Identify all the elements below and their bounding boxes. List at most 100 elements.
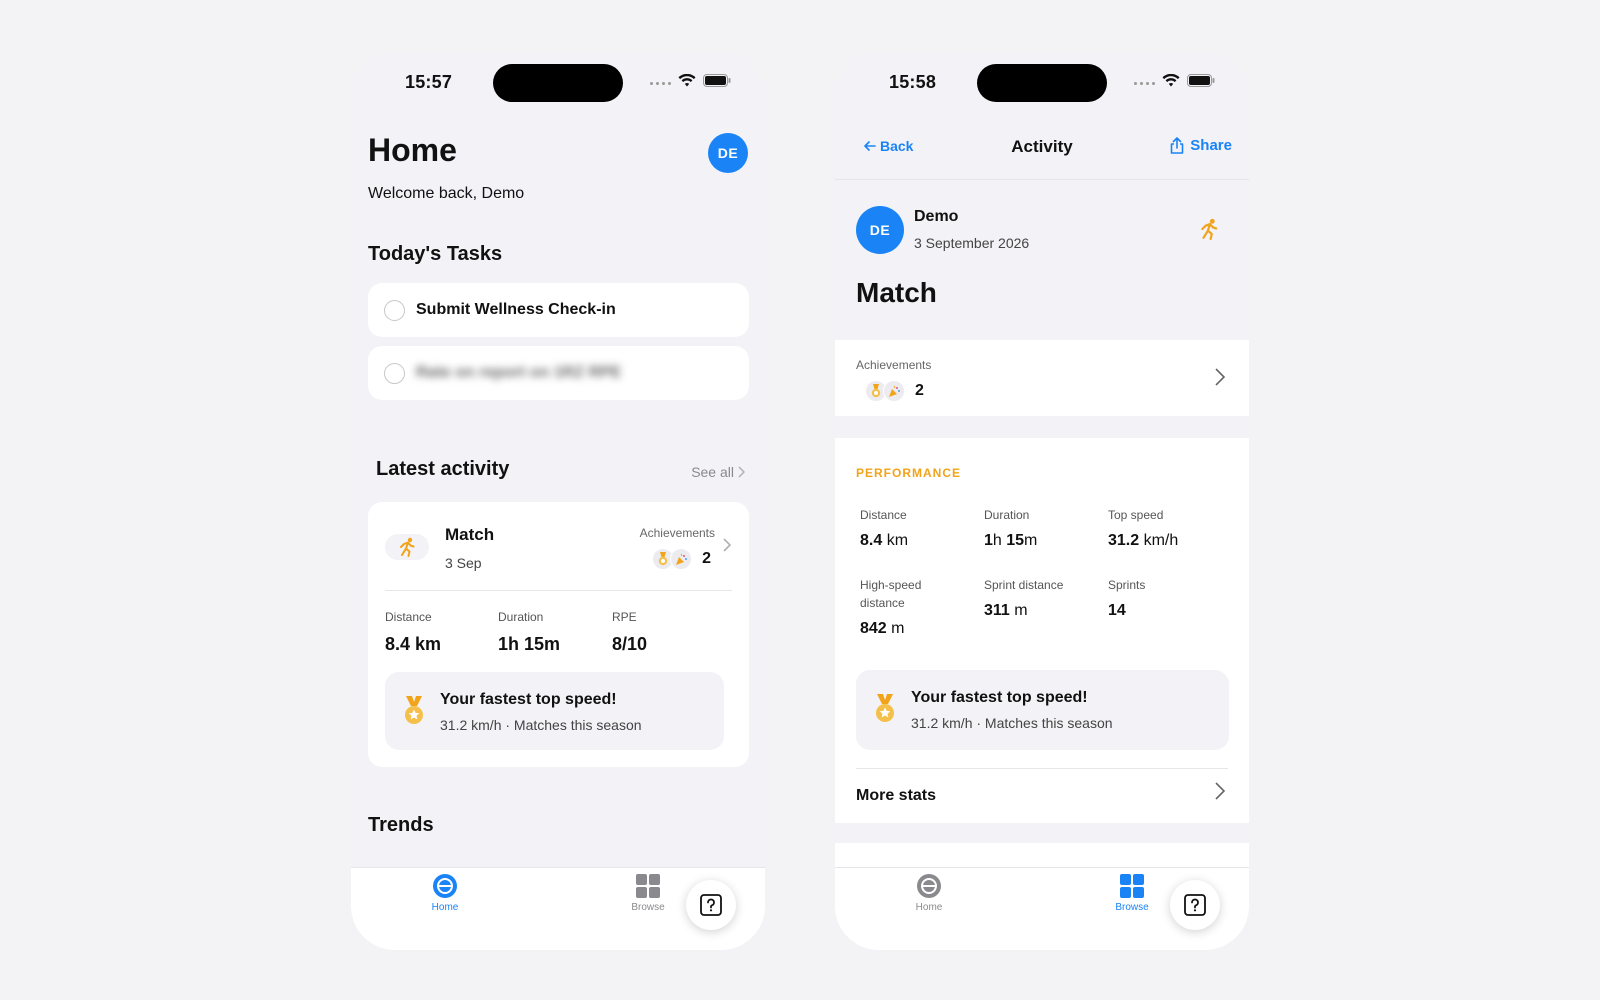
task-label: Rate on report on 1RZ RPE bbox=[416, 364, 622, 381]
achievements-badges: 2 bbox=[865, 380, 924, 402]
share-label: Share bbox=[1190, 137, 1232, 154]
task-label: Submit Wellness Check-in bbox=[416, 301, 616, 318]
tab-label: Browse bbox=[1115, 902, 1149, 913]
tab-bar: Home Browse bbox=[351, 867, 765, 950]
home-screen: 15:57 Home DE Welcome back, Demo Today's… bbox=[351, 52, 765, 950]
party-icon bbox=[670, 548, 693, 570]
medal-icon bbox=[876, 694, 894, 722]
tasks-heading: Today's Tasks bbox=[368, 243, 503, 265]
stat-value: 1h 15m bbox=[984, 532, 1038, 549]
stat-sprint-distance: Sprint distance 311 m bbox=[984, 576, 1094, 620]
stat-label: Top speed bbox=[1108, 508, 1164, 522]
see-all-link[interactable]: See all bbox=[691, 464, 745, 480]
stat-value: 14 bbox=[1108, 602, 1126, 619]
status-time: 15:57 bbox=[405, 72, 453, 92]
highlight-subtitle: 31.2 km/h · Matches this season bbox=[440, 717, 642, 733]
avatar: DE bbox=[856, 206, 904, 254]
tab-label: Home bbox=[915, 902, 943, 913]
home-tab-icon bbox=[917, 874, 941, 898]
wifi-icon bbox=[1162, 74, 1180, 87]
share-icon bbox=[1170, 137, 1184, 154]
stat-label: Sprint distance bbox=[984, 578, 1064, 592]
see-all-label: See all bbox=[691, 464, 734, 480]
stat-value: 31.2 km/h bbox=[1108, 532, 1179, 549]
highlight-title: Your fastest top speed! bbox=[911, 689, 1088, 706]
help-button[interactable] bbox=[1170, 880, 1220, 930]
runner-icon bbox=[1201, 218, 1218, 240]
avatar[interactable]: DE bbox=[708, 133, 748, 173]
task-checkbox[interactable] bbox=[384, 299, 405, 321]
status-time: 15:58 bbox=[889, 72, 937, 92]
more-stats-link[interactable]: More stats bbox=[856, 787, 936, 805]
stat-value: 8.4 km bbox=[860, 532, 909, 549]
tab-home[interactable]: Home bbox=[899, 873, 959, 913]
chevron-right-icon bbox=[738, 466, 745, 478]
activity-date: 3 September 2026 bbox=[914, 235, 1030, 251]
stat-value: 311 m bbox=[984, 602, 1028, 619]
latest-activity-heading: Latest activity bbox=[376, 458, 510, 480]
stat-label: High-speed distance bbox=[860, 578, 922, 610]
user-name: Demo bbox=[914, 208, 959, 225]
task-item[interactable]: Submit Wellness Check-in bbox=[368, 283, 749, 337]
stat-high-speed-distance: High-speed distance 842 m bbox=[860, 576, 960, 638]
stat-label: Distance bbox=[385, 610, 432, 624]
stat-distance: Distance 8.4 km bbox=[860, 506, 970, 550]
achievements-count: 2 bbox=[702, 550, 711, 567]
divider bbox=[385, 590, 732, 591]
party-icon bbox=[883, 380, 905, 402]
runner-icon bbox=[400, 537, 415, 557]
browse-tab-icon bbox=[636, 874, 660, 898]
achievement-highlight: Your fastest top speed! 31.2 km/h · Matc… bbox=[856, 670, 1229, 750]
medal-icon bbox=[405, 696, 423, 724]
share-button[interactable]: Share bbox=[1170, 137, 1232, 154]
help-icon bbox=[700, 894, 722, 916]
stat-value: 842 m bbox=[860, 620, 905, 637]
stat-label: Duration bbox=[984, 508, 1030, 522]
tab-home[interactable]: Home bbox=[415, 873, 475, 913]
stat-distance: Distance 8.4 km bbox=[385, 610, 441, 655]
navigation-bar: Back Activity Share bbox=[835, 112, 1249, 180]
status-bar: 15:57 bbox=[351, 52, 765, 112]
achievements-badges: 2 bbox=[652, 548, 711, 570]
signal-icon bbox=[650, 82, 671, 85]
stat-value: 8/10 bbox=[612, 634, 648, 654]
dynamic-island bbox=[977, 64, 1107, 102]
tab-browse[interactable]: Browse bbox=[1102, 873, 1162, 913]
stat-label: Sprints bbox=[1108, 578, 1146, 592]
help-button[interactable] bbox=[686, 880, 736, 930]
trends-heading: Trends bbox=[368, 814, 434, 836]
chevron-right-icon bbox=[1215, 368, 1225, 386]
task-item[interactable]: Rate on report on 1RZ RPE bbox=[368, 346, 749, 400]
stat-label: Distance bbox=[860, 508, 907, 522]
battery-icon bbox=[703, 74, 731, 87]
page-title: Home bbox=[368, 132, 457, 168]
chevron-right-icon bbox=[723, 538, 731, 552]
tab-browse[interactable]: Browse bbox=[618, 873, 678, 913]
task-checkbox[interactable] bbox=[384, 362, 405, 384]
achievements-row[interactable]: Achievements 2 bbox=[835, 340, 1249, 416]
activity-date: 3 Sep bbox=[445, 555, 482, 571]
stat-value: 8.4 km bbox=[385, 634, 442, 654]
dynamic-island bbox=[493, 64, 623, 102]
wifi-icon bbox=[678, 74, 696, 87]
activity-name: Match bbox=[445, 525, 495, 544]
stat-sprints: Sprints 14 bbox=[1108, 576, 1218, 620]
help-icon bbox=[1184, 894, 1206, 916]
stat-label: Duration bbox=[498, 610, 544, 624]
performance-label: PERFORMANCE bbox=[856, 466, 962, 480]
achievements-label: Achievements bbox=[639, 526, 715, 540]
status-icons bbox=[1134, 74, 1215, 87]
stat-label: RPE bbox=[612, 610, 637, 624]
achievements-label: Achievements bbox=[856, 358, 932, 372]
stat-value: 1h 15m bbox=[498, 634, 561, 654]
activity-card[interactable]: Match 3 Sep Achievements 2 Distance 8.4 … bbox=[368, 502, 749, 767]
sport-badge bbox=[385, 534, 429, 560]
highlight-subtitle: 31.2 km/h · Matches this season bbox=[911, 715, 1113, 731]
browse-tab-icon bbox=[1120, 874, 1144, 898]
welcome-text: Welcome back, Demo bbox=[368, 185, 525, 202]
chevron-right-icon[interactable] bbox=[1215, 782, 1225, 800]
signal-icon bbox=[1134, 82, 1155, 85]
divider bbox=[856, 768, 1228, 769]
activity-screen: 15:58 Back Activity Share DE Demo 3 Sept… bbox=[835, 52, 1249, 950]
achievement-highlight: Your fastest top speed! 31.2 km/h · Matc… bbox=[385, 672, 724, 750]
